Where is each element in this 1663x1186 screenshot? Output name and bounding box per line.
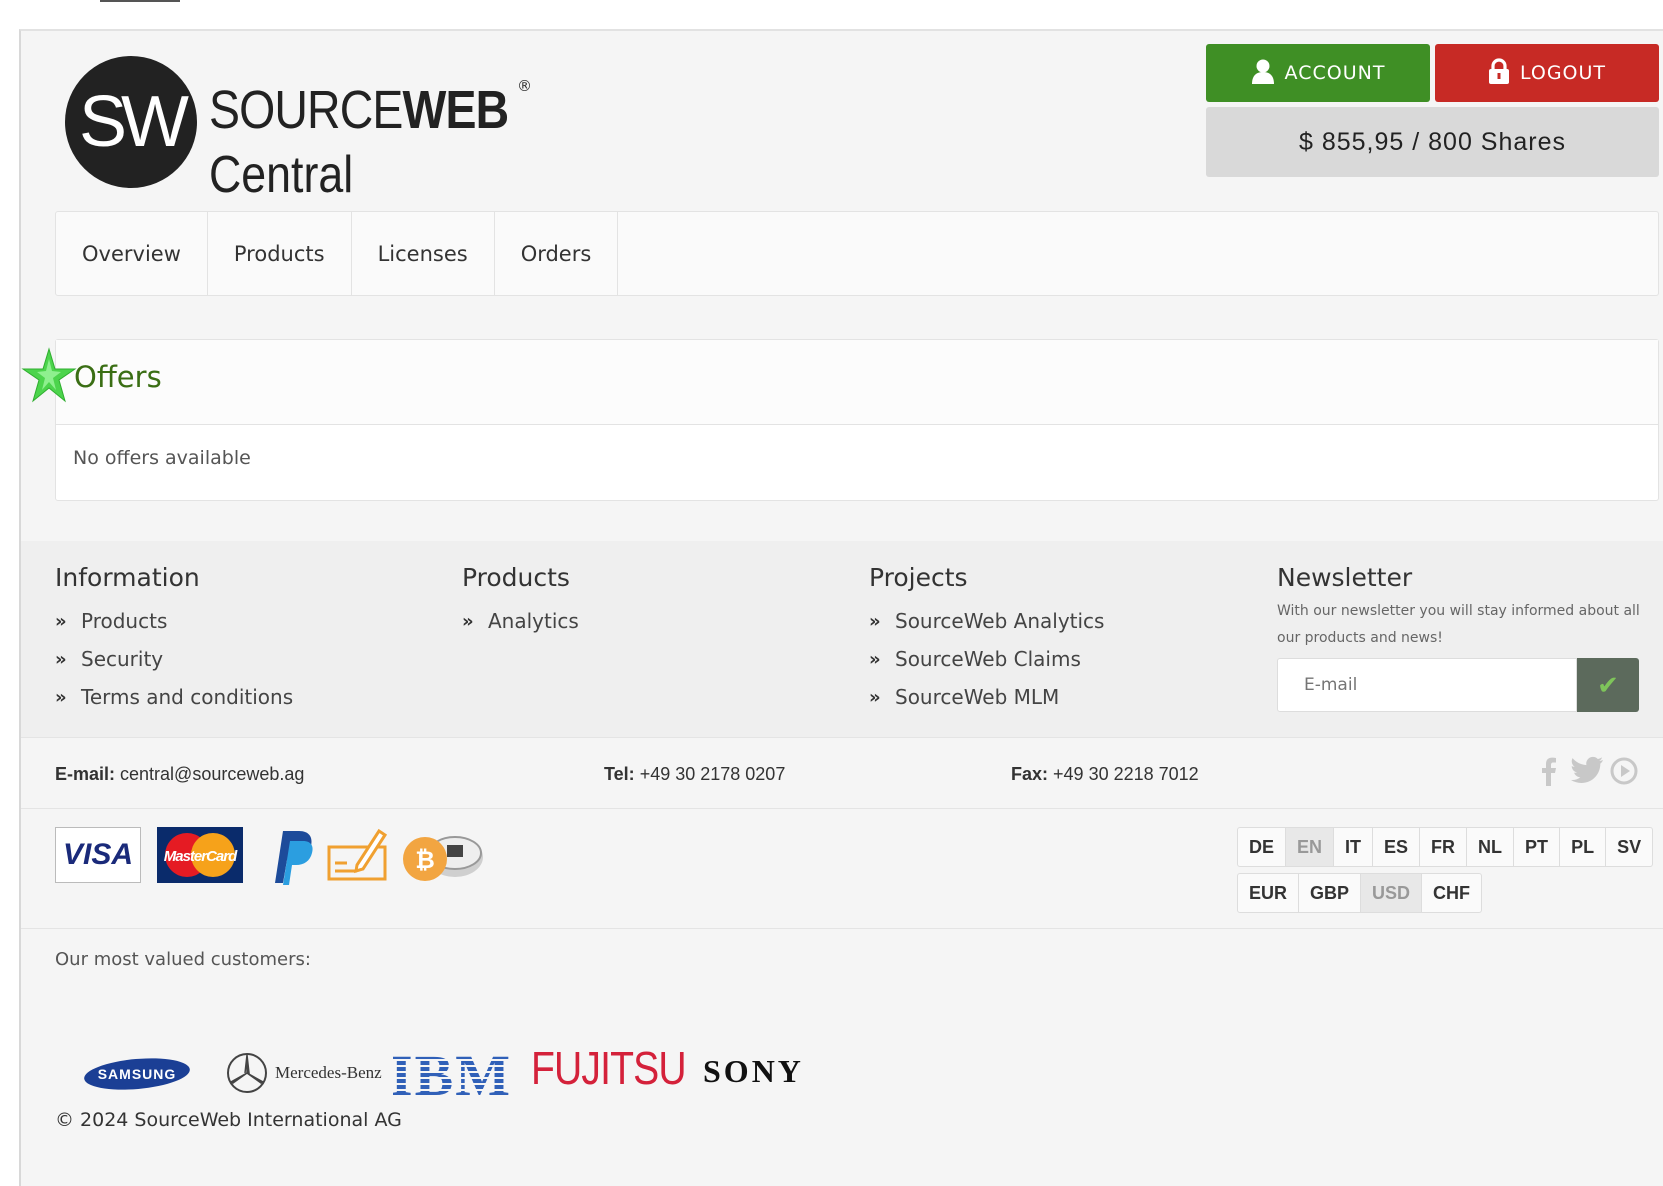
main-nav: Overview Products Licenses Orders — [55, 211, 1659, 296]
logo[interactable]: SW SOURCEWEB ® Central — [65, 53, 532, 204]
logout-button[interactable]: LOGOUT — [1435, 44, 1659, 102]
footer-link-sourceweb-analytics[interactable]: » SourceWeb Analytics — [869, 602, 1104, 640]
offers-panel: Offers No offers available — [55, 339, 1659, 501]
currency-usd[interactable]: USD — [1361, 874, 1423, 912]
svg-text:SAMSUNG: SAMSUNG — [98, 1066, 177, 1082]
sony-logo: SONY — [703, 1053, 804, 1089]
lang-en[interactable]: EN — [1286, 828, 1335, 866]
currency-chf[interactable]: CHF — [1422, 874, 1481, 912]
footer-link-sourceweb-claims[interactable]: » SourceWeb Claims — [869, 640, 1104, 678]
language-currency-switcher: DE EN IT ES FR NL PT PL SV EUR GBP USD C… — [1237, 827, 1654, 913]
footer-projects-title: Projects — [869, 563, 968, 592]
ibm-logo: IBM — [393, 1049, 509, 1099]
footer-products-title: Products — [462, 563, 570, 592]
offers-header: Offers — [56, 340, 1658, 425]
paypal-icon — [275, 831, 313, 885]
contact-tel: Tel: +49 30 2178 0207 — [604, 764, 786, 784]
footer-products: Products » Analytics — [462, 563, 579, 640]
top-underline — [100, 0, 180, 2]
newsletter-submit-button[interactable]: ✔ — [1577, 658, 1639, 712]
play-icon[interactable] — [1609, 756, 1639, 786]
logo-subtitle: Central — [209, 146, 354, 204]
balance-display: $ 855,95 / 800 Shares — [1206, 107, 1659, 177]
contact-row: E-mail: central@sourceweb.ag Tel: +49 30… — [21, 737, 1663, 809]
customers-label: Our most valued customers: — [55, 949, 311, 970]
lang-de[interactable]: DE — [1238, 828, 1287, 866]
lang-pt[interactable]: PT — [1514, 828, 1561, 866]
tab-products[interactable]: Products — [208, 212, 352, 295]
svg-text:₿: ₿ — [415, 846, 435, 874]
footer-link-security[interactable]: » Security — [55, 640, 293, 678]
currency-eur[interactable]: EUR — [1238, 874, 1300, 912]
bitcoin-icon: ₿ — [403, 836, 483, 881]
chevron-right-icon: » — [869, 610, 881, 632]
mercedes-star-icon — [227, 1053, 267, 1093]
chevron-right-icon: » — [869, 648, 881, 670]
facebook-icon[interactable] — [1541, 756, 1557, 786]
logo-mark: SW — [65, 56, 197, 188]
tab-orders[interactable]: Orders — [495, 212, 619, 295]
lang-es[interactable]: ES — [1373, 828, 1421, 866]
chevron-right-icon: » — [869, 686, 881, 708]
email-link[interactable]: central@sourceweb.ag — [120, 764, 304, 784]
footer-information-title: Information — [55, 563, 200, 592]
footer-projects: Projects » SourceWeb Analytics » SourceWeb… — [869, 563, 1104, 716]
newsletter-email-input[interactable] — [1277, 658, 1577, 712]
chevron-right-icon: » — [55, 610, 67, 632]
lang-pl[interactable]: PL — [1560, 828, 1607, 866]
account-button[interactable]: ACCOUNT — [1206, 44, 1430, 102]
lang-fr[interactable]: FR — [1420, 828, 1468, 866]
chevron-right-icon: » — [462, 610, 474, 632]
svg-text:MasterCard: MasterCard — [164, 848, 238, 865]
payment-row: VISA MasterCard ₿ DE EN IT ES FR NL PT P… — [21, 809, 1663, 929]
mastercard-icon: MasterCard — [157, 827, 243, 883]
registered-mark: ® — [517, 77, 532, 95]
newsletter-title: Newsletter — [1277, 563, 1413, 592]
page-container: SW SOURCEWEB ® Central ACCOUNT LOGOUT $ … — [19, 29, 1663, 1186]
tab-overview[interactable]: Overview — [56, 212, 208, 295]
lang-it[interactable]: IT — [1334, 828, 1374, 866]
footer-link-products[interactable]: » Products — [55, 602, 293, 640]
offers-title: Offers — [74, 360, 162, 394]
svg-text:IBM: IBM — [393, 1049, 509, 1099]
language-selector: DE EN IT ES FR NL PT PL SV — [1237, 827, 1654, 867]
footer-information: Information » Products » Security » Terms a… — [55, 563, 293, 716]
chevron-right-icon: » — [55, 648, 67, 670]
tab-licenses[interactable]: Licenses — [352, 212, 495, 295]
chevron-right-icon: » — [55, 686, 67, 708]
contact-fax: Fax: +49 30 2218 7012 — [1011, 764, 1199, 784]
footer-newsletter: Newsletter With our newsletter you will … — [1277, 563, 1647, 712]
lang-sv[interactable]: SV — [1606, 828, 1652, 866]
account-label: ACCOUNT — [1284, 62, 1386, 84]
user-icon — [1251, 58, 1275, 89]
footer-link-sourceweb-mlm[interactable]: » SourceWeb MLM — [869, 678, 1104, 716]
checkmark-icon: ✔ — [1597, 669, 1619, 700]
contact-email: E-mail: central@sourceweb.ag — [55, 764, 305, 784]
svg-text:SW: SW — [79, 82, 189, 162]
footer-link-terms[interactable]: » Terms and conditions — [55, 678, 293, 716]
star-icon — [21, 347, 77, 403]
logo-wordmark: SOURCEWEB — [209, 80, 509, 140]
offers-empty-text: No offers available — [73, 447, 251, 469]
newsletter-form: ✔ — [1277, 658, 1647, 712]
twitter-icon[interactable] — [1570, 756, 1604, 786]
footer-link-analytics[interactable]: » Analytics — [462, 602, 579, 640]
logout-label: LOGOUT — [1519, 62, 1607, 84]
copyright: © 2024 SourceWeb International AG — [55, 1109, 402, 1131]
visa-icon: VISA — [55, 827, 141, 883]
lang-nl[interactable]: NL — [1467, 828, 1515, 866]
newsletter-description: With our newsletter you will stay inform… — [1277, 603, 1640, 646]
check-payment-icon — [327, 828, 388, 881]
currency-selector: EUR GBP USD CHF — [1237, 873, 1483, 913]
fujitsu-logo: FUJITSU — [531, 1042, 687, 1094]
samsung-logo: SAMSUNG — [84, 1058, 190, 1090]
currency-gbp[interactable]: GBP — [1299, 874, 1362, 912]
mercedes-logo: Mercedes-Benz — [225, 1051, 382, 1095]
lock-icon — [1488, 57, 1510, 89]
